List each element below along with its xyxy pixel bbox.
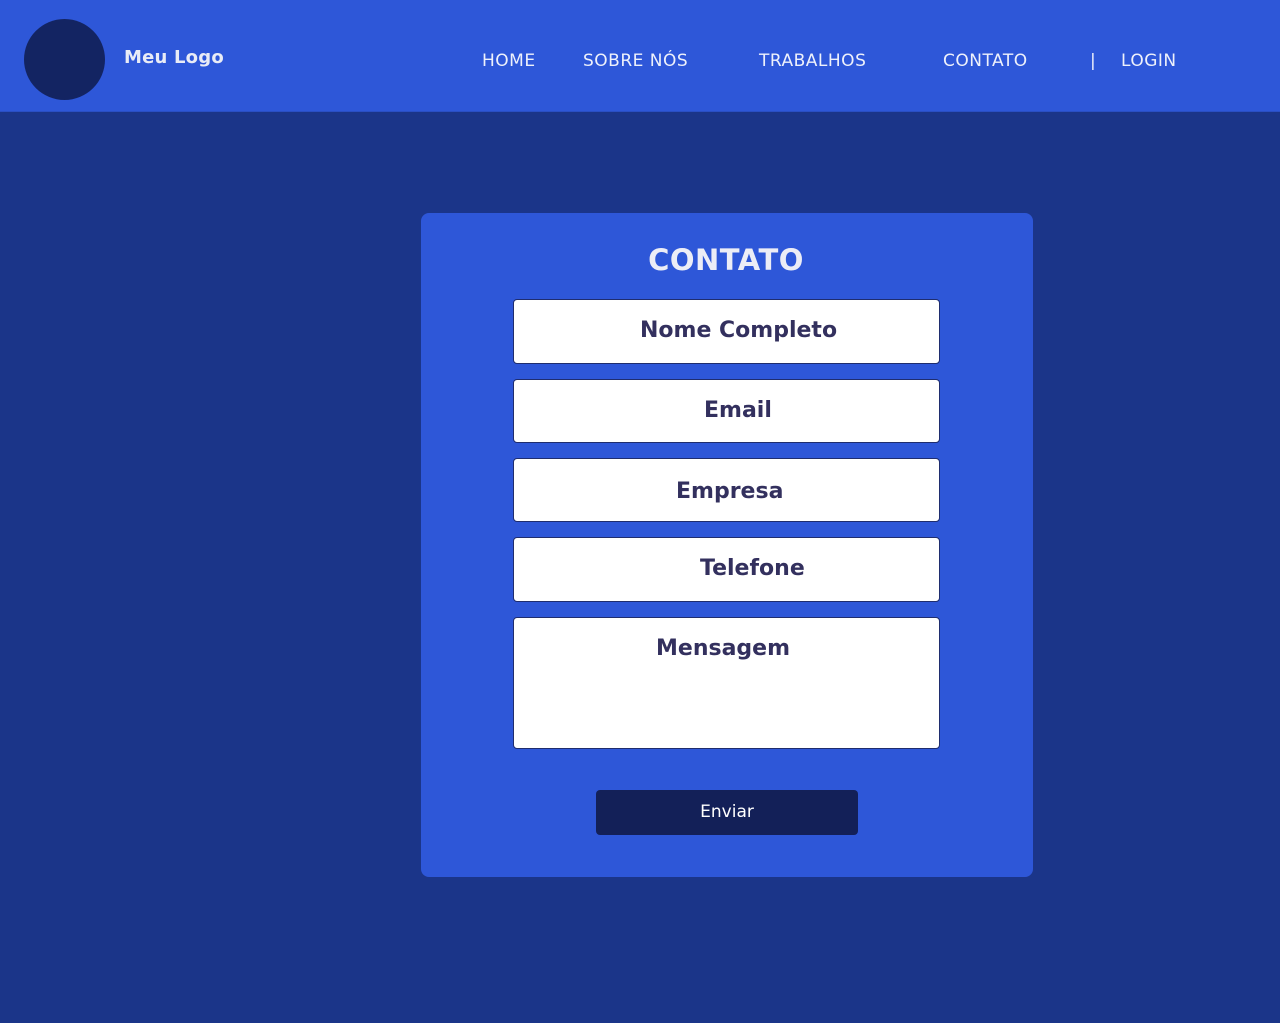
email-field[interactable]: Email (513, 379, 940, 443)
logo-text[interactable]: Meu Logo (124, 47, 224, 68)
telefone-placeholder: Telefone (700, 556, 805, 581)
enviar-button[interactable]: Enviar (596, 790, 858, 835)
logo-icon[interactable] (24, 19, 105, 100)
nav-separator: | (1090, 51, 1096, 71)
empresa-field[interactable]: Empresa (513, 458, 940, 522)
nav-item-contato[interactable]: CONTATO (943, 51, 1028, 71)
mensagem-placeholder: Mensagem (656, 636, 791, 661)
nav-item-login[interactable]: LOGIN (1121, 51, 1177, 71)
header: Meu Logo HOME SOBRE NÓS TRABALHOS CONTAT… (0, 0, 1280, 112)
nome-completo-field[interactable]: Nome Completo (513, 299, 940, 364)
form-title: CONTATO (648, 243, 804, 277)
nome-completo-placeholder: Nome Completo (640, 318, 838, 343)
nav-item-sobre-nos[interactable]: SOBRE NÓS (583, 51, 688, 71)
email-placeholder: Email (704, 398, 772, 423)
empresa-placeholder: Empresa (676, 479, 784, 504)
telefone-field[interactable]: Telefone (513, 537, 940, 602)
nav-item-home[interactable]: HOME (482, 51, 536, 71)
nav-item-trabalhos[interactable]: TRABALHOS (759, 51, 866, 71)
mensagem-field[interactable]: Mensagem (513, 617, 940, 749)
